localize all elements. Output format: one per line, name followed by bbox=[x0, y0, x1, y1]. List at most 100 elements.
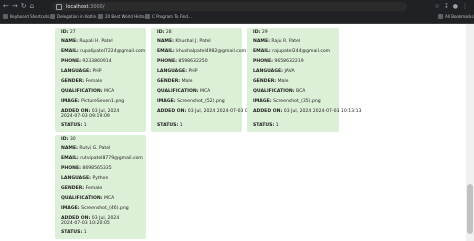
bookmark-item[interactable]: C Program To Find... bbox=[145, 14, 192, 19]
image-label: IMAGE: bbox=[157, 99, 176, 104]
bookmark-label: C Program To Find... bbox=[152, 14, 192, 19]
site-info-icon[interactable] bbox=[56, 3, 62, 10]
image-row: IMAGE: Screenshot_(52).png bbox=[157, 99, 225, 104]
phone-row: PHONE: 9658632219 bbox=[253, 59, 304, 64]
qualification-label: QUALIFICATION: bbox=[61, 89, 103, 94]
status-value: 1 bbox=[275, 123, 279, 128]
name-label: NAME: bbox=[61, 146, 78, 151]
page-scrollbar[interactable] bbox=[466, 24, 474, 241]
phone-value: 8698565335 bbox=[82, 166, 112, 171]
name-value: Raju R. Patel bbox=[271, 39, 301, 44]
name-value: Khushal J. Patel bbox=[175, 39, 211, 44]
browser-titlebar: ← → ↻ ⌂ localhost:3000/ ☆ ↧ ● ⋮ bbox=[0, 0, 474, 13]
id-value: 28 bbox=[165, 30, 172, 35]
bookmark-item[interactable]: Delegation in Kotlin... bbox=[50, 14, 100, 19]
bookmark-favicon-icon bbox=[145, 14, 150, 19]
toolbar-icons: ☆ ↧ ● ⋮ bbox=[434, 2, 468, 11]
bookmark-favicon-icon bbox=[50, 14, 55, 19]
phone-row: PHONE: 8598632250 bbox=[157, 59, 208, 64]
image-value: Screenshot_(52).png bbox=[177, 99, 225, 104]
all-bookmarks[interactable]: All Bookmarks bbox=[438, 14, 474, 19]
name-value: Rutvi G. Patel bbox=[79, 146, 111, 151]
name-row: NAME: Rutvi G. Patel bbox=[61, 146, 110, 151]
id-label: ID: bbox=[61, 137, 69, 142]
folder-icon bbox=[438, 14, 443, 19]
download-icon[interactable]: ↧ bbox=[444, 2, 449, 11]
reload-icon[interactable]: ↻ bbox=[21, 2, 27, 11]
status-row: STATUS: 1 bbox=[61, 230, 87, 235]
id-value: 30 bbox=[69, 137, 76, 142]
bookmark-label: 20 Best World Histo... bbox=[105, 14, 149, 19]
added-on-timestamp: 2024-07-03 09:19:09 bbox=[61, 114, 110, 119]
nav-buttons: ← → ↻ ⌂ bbox=[3, 2, 34, 11]
image-label: IMAGE: bbox=[61, 99, 80, 104]
user-card: ID: 27 NAME: Rupali H. Patel EMAIL: rupa… bbox=[55, 28, 146, 132]
page-content: ID: 27 NAME: Rupali H. Patel EMAIL: rupa… bbox=[0, 24, 466, 241]
status-value: 1 bbox=[179, 123, 183, 128]
id-value: 27 bbox=[69, 30, 76, 35]
qualification-value: BCA bbox=[296, 89, 306, 94]
profile-icon[interactable]: ● bbox=[453, 2, 458, 11]
id-row: ID: 27 bbox=[61, 30, 76, 35]
status-label: STATUS: bbox=[61, 123, 83, 128]
user-card: ID: 29 NAME: Raju R. Patel EMAIL: rajupa… bbox=[247, 28, 362, 132]
image-row: IMAGE: Screenshot_(35).png bbox=[253, 99, 321, 104]
qualification-row: QUALIFICATION: MCA bbox=[61, 196, 114, 201]
language-label: LANGUAGE: bbox=[253, 69, 283, 74]
phone-value: 8598632250 bbox=[178, 59, 208, 64]
added-on-value: 03 Jul, 2024 bbox=[283, 109, 312, 114]
menu-icon[interactable]: ⋮ bbox=[462, 2, 468, 11]
phone-value: 9658632219 bbox=[274, 59, 304, 64]
phone-label: PHONE: bbox=[157, 59, 177, 64]
qualification-row: QUALIFICATION: MCA bbox=[61, 89, 114, 94]
language-row: LANGUAGE: PHP bbox=[61, 69, 101, 74]
language-row: LANGUAGE: Python bbox=[61, 176, 108, 181]
email-row: EMAIL: khushalpatel4982@gmail.com bbox=[157, 49, 246, 54]
language-row: LANGUAGE: PHP bbox=[157, 69, 197, 74]
added-on-value: 03 Jul, 2024 bbox=[187, 109, 216, 114]
image-value: Screenshot_(46).png bbox=[81, 206, 129, 211]
email-row: EMAIL: rutvipatel8779@gmail.com bbox=[61, 156, 143, 161]
email-value: khushalpatel4982@gmail.com bbox=[176, 49, 247, 54]
image-row: IMAGE: PictureSeven1.png bbox=[61, 99, 124, 104]
image-row: IMAGE: Screenshot_(46).png bbox=[61, 206, 129, 211]
gender-label: GENDER: bbox=[253, 79, 277, 84]
bookmark-favicon-icon bbox=[98, 14, 103, 19]
gender-row: GENDER: Male bbox=[253, 79, 288, 84]
status-value: 1 bbox=[83, 123, 87, 128]
image-value: Screenshot_(35).png bbox=[273, 99, 321, 104]
gender-value: Male bbox=[277, 79, 289, 84]
url-text[interactable]: localhost:3000/ bbox=[66, 4, 105, 10]
added-on-label: ADDED ON: bbox=[157, 109, 187, 114]
scrollbar-thumb[interactable] bbox=[467, 184, 473, 234]
status-label: STATUS: bbox=[157, 123, 179, 128]
bookmark-item[interactable]: Keyboard Shortcuts... bbox=[3, 14, 53, 19]
language-label: LANGUAGE: bbox=[61, 69, 91, 74]
email-value: rupalipatel7224@gmail.com bbox=[80, 49, 146, 54]
status-label: STATUS: bbox=[61, 230, 83, 235]
email-label: EMAIL: bbox=[157, 49, 175, 54]
forward-icon[interactable]: → bbox=[12, 2, 18, 11]
email-label: EMAIL: bbox=[61, 49, 79, 54]
star-icon[interactable]: ☆ bbox=[434, 2, 439, 11]
bookmark-item[interactable]: 20 Best World Histo... bbox=[98, 14, 148, 19]
email-label: EMAIL: bbox=[253, 49, 271, 54]
gender-row: GENDER: Female bbox=[61, 186, 102, 191]
email-value: rutvipatel8779@gmail.com bbox=[80, 156, 143, 161]
id-label: ID: bbox=[253, 30, 261, 35]
qualification-row: QUALIFICATION: BCA bbox=[253, 89, 305, 94]
gender-label: GENDER: bbox=[61, 79, 85, 84]
phone-value: 9233860914 bbox=[82, 59, 112, 64]
name-label: NAME: bbox=[253, 39, 270, 44]
gender-value: Female bbox=[85, 79, 103, 84]
id-value: 29 bbox=[261, 30, 268, 35]
address-bar[interactable]: localhost:3000/ bbox=[52, 2, 407, 11]
back-icon[interactable]: ← bbox=[3, 2, 9, 11]
url-path: :3000/ bbox=[88, 3, 105, 10]
home-icon[interactable]: ⌂ bbox=[30, 2, 34, 11]
gender-value: Male bbox=[181, 79, 193, 84]
language-value: PHP bbox=[188, 69, 198, 74]
qualification-label: QUALIFICATION: bbox=[61, 196, 103, 201]
language-label: LANGUAGE: bbox=[61, 176, 91, 181]
name-value: Rupali H. Patel bbox=[79, 39, 113, 44]
